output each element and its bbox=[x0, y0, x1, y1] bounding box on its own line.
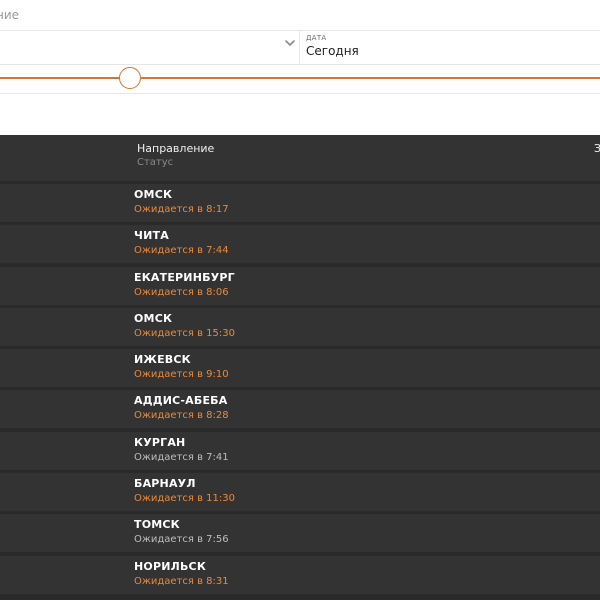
flight-status: Ожидается в 11:30 bbox=[134, 493, 235, 505]
divider bbox=[0, 93, 600, 94]
flight-row[interactable]: ЧИТА Ожидается в 7:44 bbox=[0, 225, 600, 264]
flight-status: Ожидается в 15:30 bbox=[134, 327, 235, 339]
flight-row[interactable]: ТОМСК Ожидается в 7:56 bbox=[0, 514, 600, 553]
board-header: Направление Статус З bbox=[0, 135, 600, 181]
slider-thumb[interactable] bbox=[119, 67, 141, 89]
header-cut-column: З bbox=[594, 142, 600, 155]
date-field[interactable]: ДАТА Сегодня bbox=[306, 34, 359, 59]
date-caption: ДАТА bbox=[306, 34, 327, 42]
flight-status: Ожидается в 8:28 bbox=[134, 410, 229, 422]
flight-destination: ЧИТА bbox=[134, 229, 169, 243]
flight-destination: ИЖЕВСК bbox=[134, 353, 191, 367]
flight-status: Ожидается в 8:06 bbox=[134, 286, 229, 298]
flight-status: Ожидается в 9:10 bbox=[134, 369, 229, 381]
flight-row[interactable]: ОМСК Ожидается в 15:30 bbox=[0, 307, 600, 346]
flight-status: Ожидается в 7:41 bbox=[134, 451, 229, 463]
flight-row[interactable]: КУРГАН Ожидается в 7:41 bbox=[0, 431, 600, 470]
flight-row[interactable]: БАРНАУЛ Ожидается в 11:30 bbox=[0, 473, 600, 512]
flight-status: Ожидается в 8:31 bbox=[134, 575, 229, 587]
flight-status: Ожидается в 7:44 bbox=[134, 245, 229, 257]
flight-destination: ТОМСК bbox=[134, 518, 180, 532]
direction-select[interactable] bbox=[0, 31, 299, 64]
flight-row[interactable]: ОМСК Ожидается в 8:17 bbox=[0, 184, 600, 222]
chevron-down-icon[interactable] bbox=[283, 36, 297, 50]
flight-row[interactable]: ЕКАТЕРИНБУРГ Ожидается в 8:06 bbox=[0, 266, 600, 305]
flight-destination: НОРИЛЬСК bbox=[134, 559, 207, 573]
flight-row[interactable]: НОРИЛЬСК Ожидается в 8:31 bbox=[0, 555, 600, 594]
flight-destination: БАРНАУЛ bbox=[134, 477, 196, 491]
slider-track[interactable] bbox=[0, 77, 600, 79]
flight-destination: АДДИС-АБЕБА bbox=[134, 394, 228, 408]
filter-divider bbox=[299, 31, 300, 64]
flight-status: Ожидается в 7:56 bbox=[134, 534, 229, 546]
flight-destination: ОМСК bbox=[134, 311, 173, 325]
flight-destination: ОМСК bbox=[134, 188, 173, 201]
flight-status: Ожидается в 8:17 bbox=[134, 204, 229, 215]
date-value[interactable]: Сегодня bbox=[306, 43, 359, 59]
time-slider[interactable] bbox=[0, 66, 600, 92]
flight-board: Направление Статус З ОМСК Ожидается в 8:1… bbox=[0, 135, 600, 600]
header-direction: Направление bbox=[137, 142, 215, 155]
flight-row[interactable]: АДДИС-АБЕБА Ожидается в 8:28 bbox=[0, 390, 600, 429]
header-status: Статус bbox=[137, 157, 174, 168]
flight-row[interactable]: ИЖЕВСК Ожидается в 9:10 bbox=[0, 349, 600, 388]
filter-label: ние bbox=[0, 8, 20, 22]
flight-list: ОМСК Ожидается в 8:17 ЧИТА Ожидается в 7:44… bbox=[0, 184, 600, 597]
flight-destination: КУРГАН bbox=[134, 435, 186, 449]
flight-destination: ЕКАТЕРИНБУРГ bbox=[134, 270, 235, 284]
filter-bar: ДАТА Сегодня bbox=[0, 30, 600, 65]
